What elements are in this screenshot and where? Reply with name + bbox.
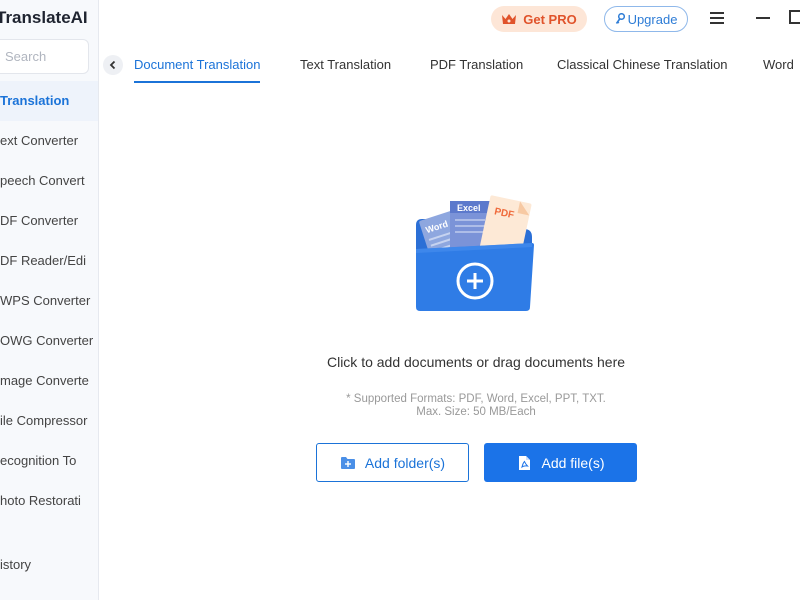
supported-formats-note: * Supported Formats: PDF, Word, Excel, P… [260,393,692,419]
tab-word[interactable]: Word [763,57,794,83]
sidebar: TranslateAI Translation ext Converter pe… [0,0,99,600]
sidebar-item-file-compressor[interactable]: ile Compressor [0,401,98,441]
sidebar-item-label: DF Reader/Edi [0,253,86,268]
sidebar-item-label: WPS Converter [0,293,91,308]
add-folder-button[interactable]: Add folder(s) [316,443,469,482]
hamburger-menu-icon[interactable] [709,11,725,25]
get-pro-label: Get PRO [523,11,577,27]
key-icon [615,13,625,24]
sidebar-item-wps-converter[interactable]: WPS Converter [0,281,98,321]
add-files-label: Add file(s) [541,454,605,471]
sidebar-item-text-converter[interactable]: ext Converter [0,121,98,161]
file-icon [519,455,531,470]
sidebar-item-label: mage Converte [0,373,89,388]
sidebar-item-photo-restoration[interactable]: hoto Restorati [0,481,98,521]
tab-document-translation[interactable]: Document Translation [134,57,261,83]
tab-pdf-translation[interactable]: PDF Translation [430,57,523,83]
chevron-left-icon [109,60,116,70]
search-input[interactable] [0,40,88,73]
sidebar-item-pdf-converter[interactable]: DF Converter [0,201,98,241]
app-title: TranslateAI [0,8,88,27]
drop-instructions: Click to add documents or drag documents… [326,354,626,370]
excel-doc-label: Excel [457,203,481,213]
sidebar-item-dwg-converter[interactable]: OWG Converter [0,321,98,361]
upgrade-button[interactable]: Upgrade [604,6,688,32]
tab-scroll-left-button[interactable] [103,55,123,75]
sidebar-item-label: ile Compressor [0,413,88,428]
minimize-icon[interactable] [756,17,770,19]
sidebar-item-label: Translation [0,93,70,108]
sidebar-item-history[interactable]: istory [0,550,31,580]
crown-icon [502,14,517,24]
upgrade-label: Upgrade [627,11,678,27]
sidebar-item-label: OWG Converter [0,333,94,348]
sidebar-item-translation[interactable]: Translation [0,81,98,121]
sidebar-item-label: DF Converter [0,213,79,228]
folder-upload-icon[interactable]: Word Excel PDF [412,193,538,315]
sidebar-item-label: ecognition To [0,453,77,468]
sidebar-item-speech-converter[interactable]: peech Convert [0,161,98,201]
sidebar-item-recognition-tool[interactable]: ecognition To [0,441,98,481]
folder-plus-icon [340,456,355,469]
get-pro-button[interactable]: Get PRO [491,6,587,32]
search-box[interactable] [0,39,89,74]
sidebar-item-pdf-reader[interactable]: DF Reader/Edi [0,241,98,281]
formats-line: * Supported Formats: PDF, Word, Excel, P… [346,393,606,405]
add-folder-label: Add folder(s) [364,454,446,471]
tab-classical-chinese-translation[interactable]: Classical Chinese Translation [557,57,728,83]
add-files-button[interactable]: Add file(s) [484,443,637,482]
sidebar-item-image-converter[interactable]: mage Converte [0,361,98,401]
sidebar-item-label: hoto Restorati [0,493,81,508]
maximize-icon[interactable] [789,10,800,24]
sidebar-item-label: ext Converter [0,133,79,148]
max-size-line: Max. Size: 50 MB/Each [416,406,536,418]
sidebar-nav: Translation ext Converter peech Convert … [0,81,98,521]
tab-text-translation[interactable]: Text Translation [300,57,391,83]
sidebar-item-label: peech Convert [0,173,85,188]
